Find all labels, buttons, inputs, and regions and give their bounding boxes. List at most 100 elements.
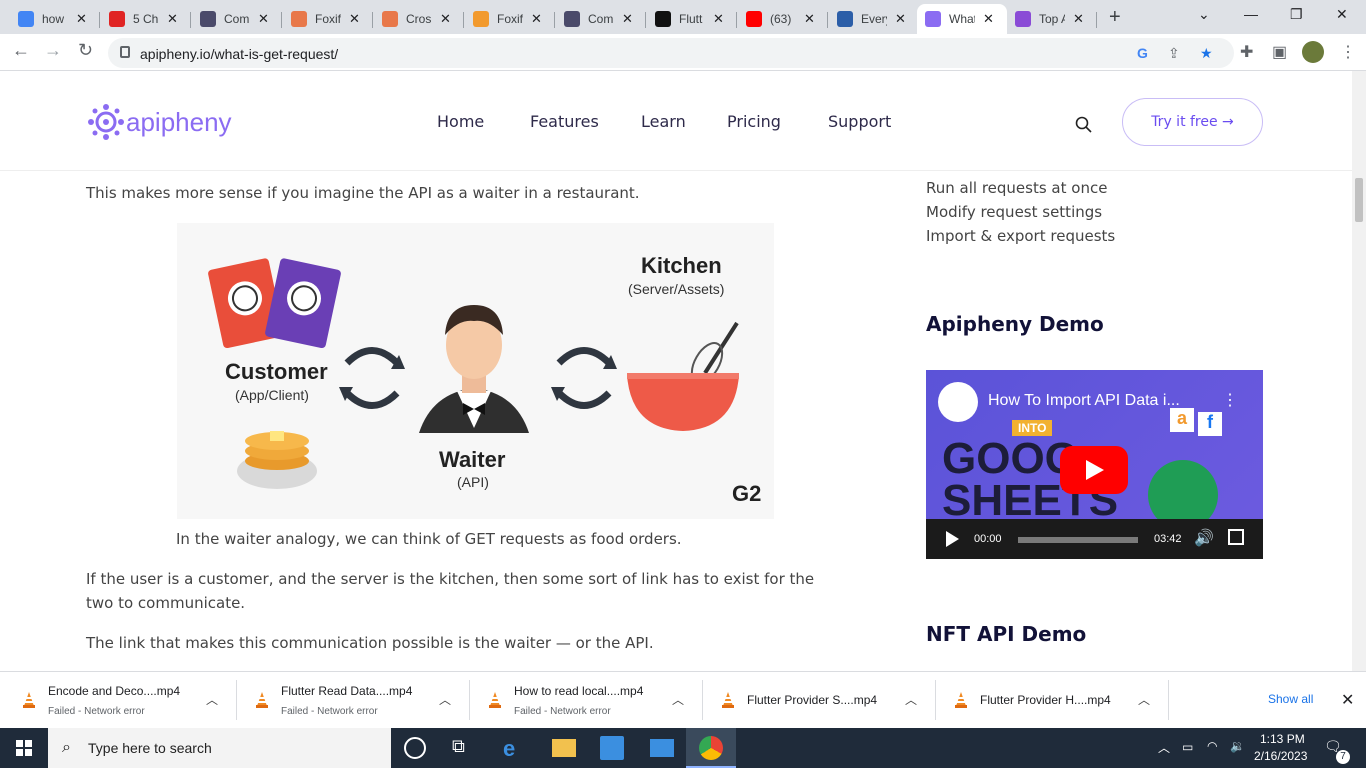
close-downloads-button[interactable]: ✕ [1341,690,1354,710]
share-icon[interactable]: ⇪ [1168,45,1180,62]
sidebar-link[interactable]: Modify request settings [926,203,1102,221]
download-filename: How to read local....mp4 [514,684,644,698]
google-translate-icon[interactable]: G [1137,45,1148,61]
browser-tab[interactable]: Flutt ✕ [647,4,737,34]
search-icon[interactable] [1075,116,1093,134]
scrollbar-thumb[interactable] [1355,178,1363,222]
close-tab-icon[interactable]: ✕ [713,11,724,27]
close-tab-icon[interactable]: ✕ [804,11,815,27]
fullscreen-icon[interactable] [1228,529,1244,545]
nav-learn[interactable]: Learn [641,112,686,131]
download-filename: Flutter Provider S....mp4 [747,693,878,707]
nav-features[interactable]: Features [530,112,599,131]
address-bar[interactable]: apipheny.io/what-is-get-request/ G ⇪ ★ [108,38,1234,68]
download-item[interactable]: How to read local....mp4 Failed - Network… [488,672,703,729]
browser-tab[interactable]: Foxifi ✕ [283,4,373,34]
close-tab-icon[interactable]: ✕ [531,11,542,27]
tab-separator [99,12,100,28]
google-icon [18,11,34,27]
bookmark-star-icon[interactable]: ★ [1200,45,1213,62]
channel-avatar[interactable] [938,382,978,422]
youtube-video-player[interactable]: How To Import API Data i... ⋮ INTO GOOG … [926,370,1263,559]
paragraph: The link that makes this communication p… [86,634,654,652]
chevron-up-icon[interactable]: ︿ [439,691,451,708]
browser-tab[interactable]: Com ✕ [556,4,646,34]
back-button[interactable]: ← [12,40,30,61]
menu-icon[interactable]: ⋮ [1340,42,1356,62]
tab-title: Every [861,12,887,26]
close-tab-icon[interactable]: ✕ [258,11,269,27]
try-it-free-button[interactable]: Try it free → [1122,98,1263,146]
chevron-up-icon[interactable]: ︿ [206,691,218,708]
volume-icon[interactable]: 🔉 [1230,739,1245,753]
chevron-up-icon[interactable]: ︿ [1138,691,1150,708]
close-window-button[interactable]: ✕ [1336,6,1348,23]
sidebar-link[interactable]: Import & export requests [926,227,1115,245]
browser-tab[interactable]: Top A ✕ [1007,4,1097,34]
close-tab-icon[interactable]: ✕ [895,11,906,27]
clock-date[interactable]: 2/16/2023 [1254,749,1307,763]
cortana-icon[interactable] [404,737,426,759]
taskbar-search-box[interactable]: ⌕ Type here to search [48,728,391,768]
chrome-taskbar-button[interactable] [686,728,736,768]
sidebar-link[interactable]: Run all requests at once [926,179,1107,197]
browser-tab[interactable]: 5 Chr ✕ [101,4,191,34]
restore-button[interactable]: ❐ [1290,6,1303,23]
youtube-play-button[interactable] [1060,446,1128,494]
close-tab-icon[interactable]: ✕ [349,11,360,27]
close-tab-icon[interactable]: ✕ [76,11,87,27]
clock-time[interactable]: 1:13 PM [1260,732,1305,746]
play-icon[interactable] [946,531,959,547]
battery-icon[interactable]: ▭ [1182,740,1193,754]
minimize-button[interactable]: — [1244,6,1258,22]
url-text: apipheny.io/what-is-get-request/ [140,46,339,62]
forward-button[interactable]: → [44,40,62,61]
download-item[interactable]: Encode and Deco....mp4 Failed - Network e… [22,672,237,729]
edge-icon[interactable]: e [503,736,527,761]
windows-start-icon[interactable] [16,740,32,756]
close-tab-icon[interactable]: ✕ [983,11,994,27]
browser-tab[interactable]: Every ✕ [829,4,919,34]
download-item[interactable]: Flutter Provider S....mp4 ︿ [721,672,936,729]
extensions-icon[interactable]: ✚ [1240,42,1253,62]
chevron-up-icon[interactable]: ︿ [905,691,917,708]
chevron-up-icon[interactable]: ︿ [672,691,684,708]
download-item[interactable]: Flutter Provider H....mp4 ︿ [954,672,1169,729]
side-panel-icon[interactable]: ▣ [1272,42,1287,62]
volume-icon[interactable]: 🔊 [1194,528,1214,548]
show-all-downloads-link[interactable]: Show all [1268,692,1313,706]
file-explorer-icon[interactable] [552,739,576,757]
browser-tab[interactable]: (63) ✕ [738,4,828,34]
close-tab-icon[interactable]: ✕ [622,11,633,27]
seek-bar[interactable] [1018,537,1138,543]
video-title[interactable]: How To Import API Data i... [988,392,1180,410]
profile-avatar[interactable] [1302,41,1324,63]
fox-icon [473,11,489,27]
microsoft-store-icon[interactable] [600,736,624,760]
browser-tab[interactable]: Foxifi ✕ [465,4,555,34]
browser-tab[interactable]: Com ✕ [192,4,282,34]
video-more-icon[interactable]: ⋮ [1222,390,1238,410]
tab-search-icon[interactable]: ⌄ [1198,6,1210,23]
nav-support[interactable]: Support [828,112,891,131]
reload-button[interactable]: ↻ [78,40,93,61]
nav-home[interactable]: Home [437,112,484,131]
download-item[interactable]: Flutter Read Data....mp4 Failed - Network… [255,672,470,729]
site-header: apipheny Home Features Learn Pricing Sup… [0,72,1352,171]
browser-tab[interactable]: What ✕ [917,4,1007,34]
browser-tab[interactable]: how ✕ [10,4,100,34]
close-tab-icon[interactable]: ✕ [1073,11,1084,27]
nav-pricing[interactable]: Pricing [727,112,781,131]
browser-tab[interactable]: Cros ✕ [374,4,464,34]
close-tab-icon[interactable]: ✕ [167,11,178,27]
wifi-icon[interactable]: ◠ [1207,739,1217,753]
tray-chevron-icon[interactable]: ︿ [1158,739,1170,756]
mail-icon[interactable] [650,739,674,757]
image-caption: In the waiter analogy, we can think of G… [176,530,682,548]
site-logo[interactable]: apipheny [88,104,232,140]
close-tab-icon[interactable]: ✕ [440,11,451,27]
tab-separator [736,12,737,28]
page-scrollbar[interactable] [1352,71,1366,671]
task-view-icon[interactable]: ⧉ [452,736,476,760]
new-tab-button[interactable]: + [1109,6,1121,29]
